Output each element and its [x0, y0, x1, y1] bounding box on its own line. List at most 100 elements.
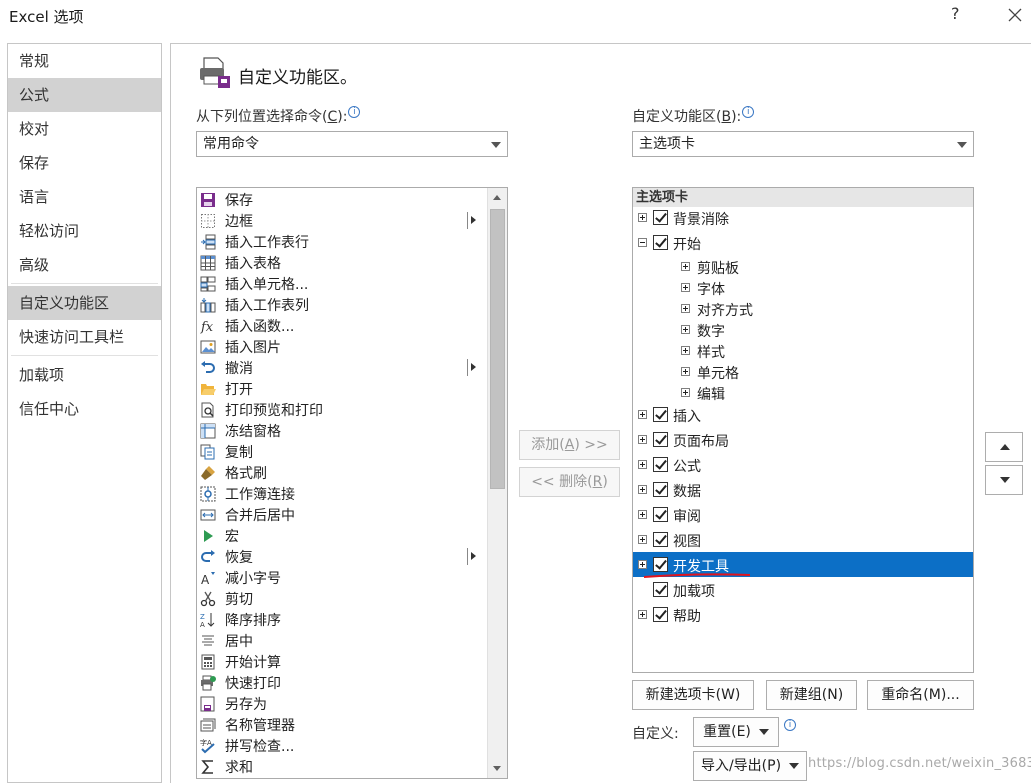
- nav-item-proofing[interactable]: 校对: [8, 112, 161, 146]
- nav-item-language[interactable]: 语言: [8, 180, 161, 214]
- scroll-thumb[interactable]: [490, 209, 505, 489]
- ribbon-group-node[interactable]: 字体: [633, 277, 973, 298]
- commands-scrollbar[interactable]: [487, 188, 507, 778]
- checkbox-checked[interactable]: [653, 607, 668, 622]
- checkbox-checked[interactable]: [653, 210, 668, 225]
- ribbon-group-node[interactable]: 数字: [633, 319, 973, 340]
- nav-item-customize-ribbon[interactable]: 自定义功能区: [8, 286, 161, 320]
- command-list-item[interactable]: A 减小字号: [197, 567, 487, 588]
- nav-item-trust-center[interactable]: 信任中心: [8, 392, 161, 426]
- command-list-item[interactable]: 冻结窗格: [197, 420, 487, 441]
- ribbon-tab-node[interactable]: 公式: [633, 452, 973, 477]
- command-list-item[interactable]: 撤消: [197, 357, 487, 378]
- ribbon-group-node[interactable]: 单元格: [633, 361, 973, 382]
- expand-icon[interactable]: [638, 610, 647, 619]
- expand-icon[interactable]: [638, 460, 647, 469]
- expand-icon[interactable]: [681, 304, 690, 313]
- checkbox-checked[interactable]: [653, 432, 668, 447]
- command-list-item[interactable]: 名称管理器: [197, 714, 487, 735]
- expand-icon[interactable]: [638, 435, 647, 444]
- nav-item-quick-access-toolbar[interactable]: 快速访问工具栏: [8, 320, 161, 354]
- customizations-info[interactable]: i: [783, 719, 796, 735]
- ribbon-tab-node[interactable]: 数据: [633, 477, 973, 502]
- expand-icon[interactable]: [638, 535, 647, 544]
- command-list-item[interactable]: Z A 降序排序: [197, 609, 487, 630]
- command-list-item[interactable]: 居中: [197, 630, 487, 651]
- command-list-item[interactable]: 工作簿连接: [197, 483, 487, 504]
- ribbon-tab-node[interactable]: 插入: [633, 402, 973, 427]
- expand-icon[interactable]: [638, 485, 647, 494]
- info-icon[interactable]: i: [348, 106, 361, 118]
- command-list-item[interactable]: 打开: [197, 378, 487, 399]
- checkbox-checked[interactable]: [653, 507, 668, 522]
- reset-button[interactable]: 重置(E): [693, 717, 779, 747]
- move-down-button[interactable]: [985, 465, 1023, 495]
- ribbon-group-node[interactable]: 样式: [633, 340, 973, 361]
- ribbon-group-node[interactable]: 对齐方式: [633, 298, 973, 319]
- nav-item-save[interactable]: 保存: [8, 146, 161, 180]
- checkbox-checked[interactable]: [653, 457, 668, 472]
- command-list-item[interactable]: fx 插入函数...: [197, 315, 487, 336]
- command-list-item[interactable]: 插入图片: [197, 336, 487, 357]
- info-icon[interactable]: i: [742, 106, 755, 118]
- checkbox-checked[interactable]: [653, 582, 668, 597]
- command-list-item[interactable]: 合并后居中: [197, 504, 487, 525]
- expand-icon[interactable]: [681, 367, 690, 376]
- add-button[interactable]: 添加(A) >>: [519, 430, 620, 460]
- command-list-item[interactable]: 边框: [197, 210, 487, 231]
- command-list-item[interactable]: 快速打印: [197, 672, 487, 693]
- customize-ribbon-select[interactable]: 主选项卡: [632, 131, 974, 157]
- ribbon-tabs-tree[interactable]: 主选项卡 背景消除 开始 剪贴板 字体 对齐方式 数字 样式 单元格 编辑 插入 页面布局 公式 数据审…: [632, 187, 974, 673]
- command-list-item[interactable]: 字A 拼写检查...: [197, 735, 487, 756]
- expand-icon[interactable]: [681, 283, 690, 292]
- command-list-item[interactable]: 复制: [197, 441, 487, 462]
- import-export-button[interactable]: 导入/导出(P): [693, 751, 807, 781]
- checkbox-checked[interactable]: [653, 235, 668, 250]
- close-button[interactable]: [1000, 1, 1028, 29]
- expand-icon[interactable]: [638, 213, 647, 222]
- expand-icon[interactable]: [638, 510, 647, 519]
- command-list-item[interactable]: 插入表格: [197, 252, 487, 273]
- ribbon-tab-node[interactable]: 审阅: [633, 502, 973, 527]
- command-list-item[interactable]: 插入单元格...: [197, 273, 487, 294]
- command-list-item[interactable]: 宏: [197, 525, 487, 546]
- expand-icon[interactable]: [638, 560, 647, 569]
- ribbon-group-node[interactable]: 剪贴板: [633, 256, 973, 277]
- checkbox-checked[interactable]: [653, 557, 668, 572]
- ribbon-tab-node[interactable]: 开始: [633, 230, 973, 255]
- new-tab-button[interactable]: 新建选项卡(W): [632, 680, 754, 710]
- ribbon-group-node[interactable]: 编辑: [633, 382, 973, 403]
- help-button[interactable]: ?: [951, 4, 960, 23]
- command-list-item[interactable]: 格式刷: [197, 462, 487, 483]
- nav-item-add-ins[interactable]: 加载项: [8, 358, 161, 392]
- ribbon-tab-node[interactable]: 视图: [633, 527, 973, 552]
- expand-icon[interactable]: [681, 388, 690, 397]
- new-group-button[interactable]: 新建组(N): [766, 680, 857, 710]
- command-list-item[interactable]: 剪切: [197, 588, 487, 609]
- commands-list[interactable]: 保存 边框 插入工作表行 插入表格 插入单元格... 插入工作表列 fx 插入函数... 插入图…: [196, 187, 508, 779]
- command-list-item[interactable]: 恢复: [197, 546, 487, 567]
- scroll-down-button[interactable]: [488, 759, 507, 778]
- move-up-button[interactable]: [985, 432, 1023, 462]
- ribbon-tab-node[interactable]: 页面布局: [633, 427, 973, 452]
- checkbox-checked[interactable]: [653, 482, 668, 497]
- ribbon-tab-node[interactable]: 帮助: [633, 602, 973, 627]
- checkbox-checked[interactable]: [653, 407, 668, 422]
- remove-button[interactable]: << 删除(R): [519, 467, 620, 497]
- expand-icon[interactable]: [681, 325, 690, 334]
- scroll-up-button[interactable]: [488, 188, 507, 207]
- command-list-item[interactable]: 打印预览和打印: [197, 399, 487, 420]
- nav-item-advanced[interactable]: 高级: [8, 248, 161, 282]
- nav-item-general[interactable]: 常规: [8, 44, 161, 78]
- expand-icon[interactable]: [681, 346, 690, 355]
- expand-icon[interactable]: [638, 410, 647, 419]
- expand-icon[interactable]: [681, 262, 690, 271]
- checkbox-checked[interactable]: [653, 532, 668, 547]
- choose-commands-select[interactable]: 常用命令: [196, 131, 508, 157]
- nav-item-accessibility[interactable]: 轻松访问: [8, 214, 161, 248]
- command-list-item[interactable]: 保存: [197, 189, 487, 210]
- command-list-item[interactable]: 开始计算: [197, 651, 487, 672]
- command-list-item[interactable]: 求和: [197, 756, 487, 777]
- command-list-item[interactable]: 插入工作表列: [197, 294, 487, 315]
- command-list-item[interactable]: 另存为: [197, 693, 487, 714]
